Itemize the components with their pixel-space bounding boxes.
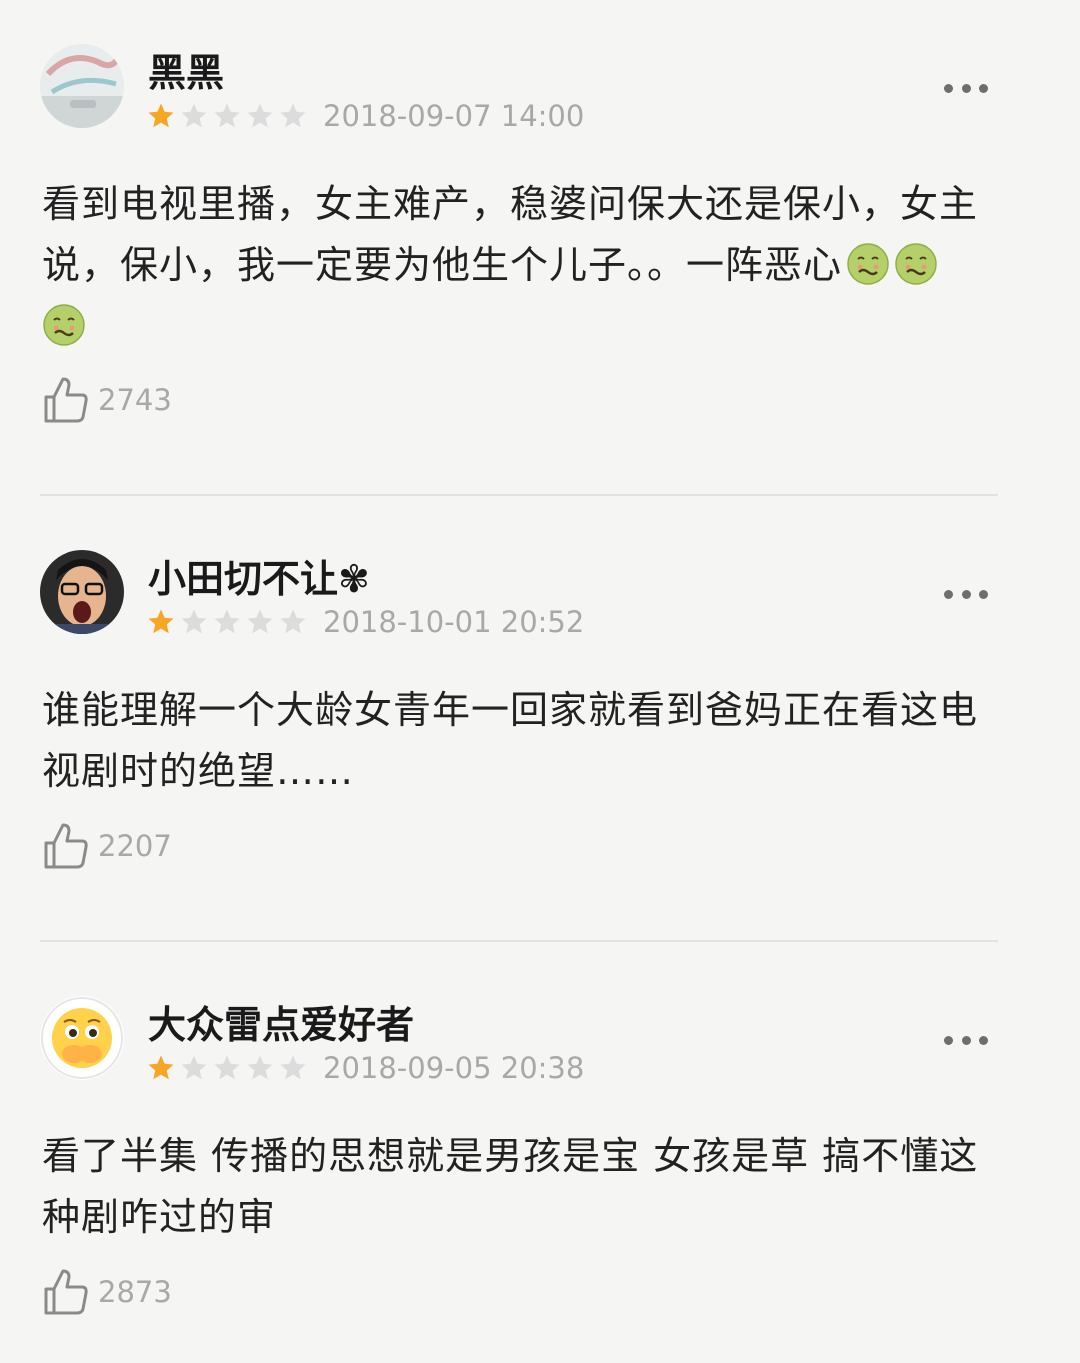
thumbs-up-icon (44, 377, 88, 423)
username[interactable]: 黑黑 (148, 50, 224, 96)
nauseated-face-icon (847, 243, 889, 285)
comment-date: 2018-09-07 14:00 (323, 99, 585, 133)
star-empty-icon (247, 103, 273, 128)
like-button[interactable]: 2873 (42, 1266, 172, 1318)
star-empty-icon (247, 609, 273, 634)
star-empty-icon (214, 609, 240, 634)
star-empty-icon (181, 609, 207, 634)
star-rating (146, 607, 311, 637)
comment-date: 2018-10-01 20:52 (323, 605, 585, 639)
star-empty-icon (280, 1055, 306, 1080)
comment-text: 谁能理解一个大龄女青年一回家就看到爸妈正在看这电视剧时的绝望…… (42, 688, 979, 793)
more-dots-icon[interactable] (944, 78, 988, 98)
meta-row: 2018-10-01 20:52 (146, 602, 584, 642)
like-button[interactable]: 2207 (42, 820, 172, 872)
more-dots-icon[interactable] (944, 1030, 988, 1050)
meta-row: 2018-09-07 14:00 (146, 96, 584, 136)
comment-date: 2018-09-05 20:38 (323, 1051, 585, 1085)
avatar[interactable] (40, 996, 124, 1080)
nauseated-face-icon (43, 304, 85, 346)
star-empty-icon (247, 1055, 273, 1080)
flower-icon: ✾ (338, 557, 370, 601)
more-dots-icon[interactable] (944, 584, 988, 604)
username[interactable]: 大众雷点爱好者 (148, 1002, 414, 1048)
avatar[interactable] (40, 44, 124, 128)
comment-text: 看到电视里播，女主难产，稳婆问保大还是保小，女主说，保小，我一定要为他生个儿子。… (42, 174, 1002, 357)
thumbs-up-icon (44, 1269, 88, 1315)
star-empty-icon (181, 1055, 207, 1080)
star-empty-icon (214, 1055, 240, 1080)
comment-feed: 黑黑 2018-09-07 14:00 看到电视里播，女主难产，稳婆问保大还是保… (0, 0, 1080, 1363)
username[interactable]: 小田切不让✾ (148, 556, 370, 602)
star-filled-icon (148, 1055, 174, 1080)
like-count: 2743 (98, 383, 172, 417)
star-filled-icon (148, 103, 174, 128)
like-count: 2873 (98, 1275, 172, 1309)
comment-text: 看了半集 传播的思想就是男孩是宝 女孩是草 搞不懂这种剧咋过的审 (42, 1134, 979, 1239)
username-text: 小田切不让 (148, 557, 339, 601)
comment-text-body: 看到电视里播，女主难产，稳婆问保大还是保小，女主说，保小，我一定要为他生个儿子。… (42, 182, 979, 287)
star-rating (146, 1053, 311, 1083)
avatar[interactable] (40, 550, 124, 634)
star-rating (146, 101, 311, 131)
star-empty-icon (214, 103, 240, 128)
divider (40, 940, 998, 942)
star-empty-icon (181, 103, 207, 128)
like-button[interactable]: 2743 (42, 374, 172, 426)
divider (40, 494, 998, 496)
nauseated-face-icon (895, 243, 937, 285)
thumbs-up-icon (44, 823, 88, 869)
star-empty-icon (280, 609, 306, 634)
star-filled-icon (148, 609, 174, 634)
meta-row: 2018-09-05 20:38 (146, 1048, 584, 1088)
star-empty-icon (280, 103, 306, 128)
like-count: 2207 (98, 829, 172, 863)
